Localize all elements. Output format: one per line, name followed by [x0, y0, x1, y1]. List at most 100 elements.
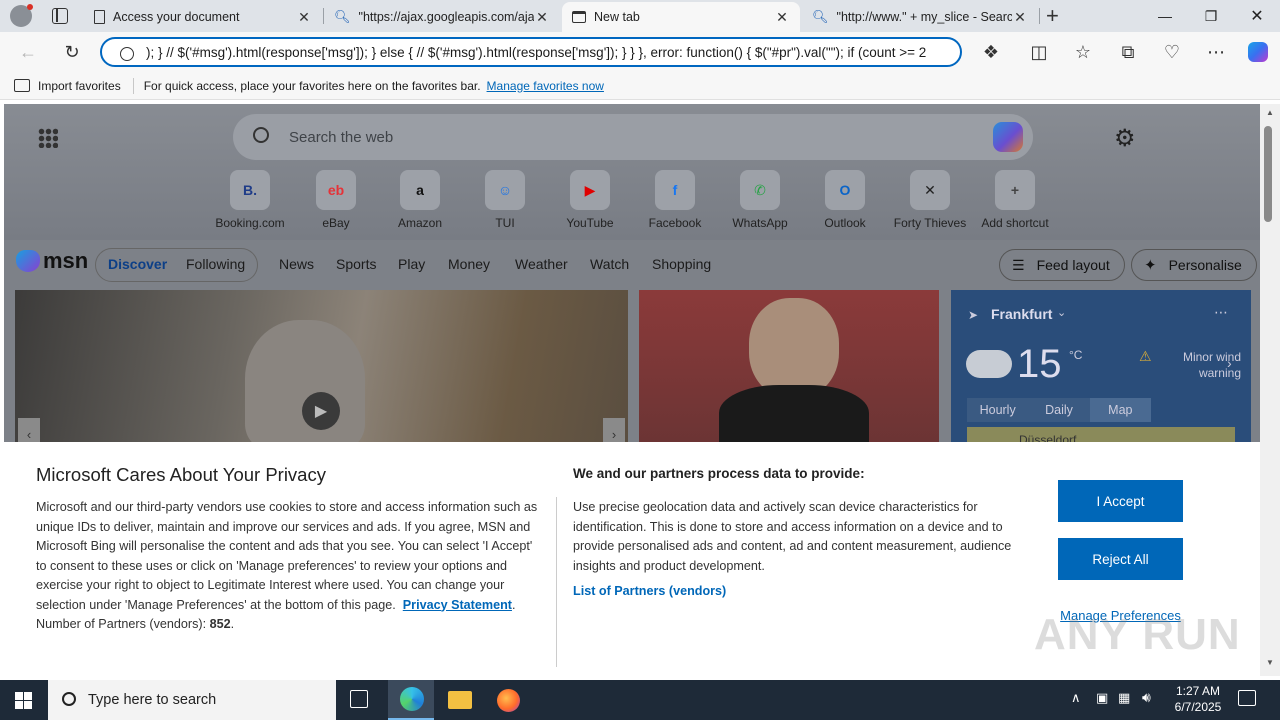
shortcut-tile[interactable]: eb eBay — [293, 170, 379, 230]
personalise-icon: ✦ — [1144, 257, 1157, 274]
nav-weather[interactable]: Weather — [515, 256, 568, 272]
robot-image — [245, 320, 365, 450]
edge-taskbar-icon[interactable] — [388, 680, 434, 720]
new-tab-button[interactable]: + — [1046, 3, 1059, 29]
file-explorer-icon[interactable] — [448, 691, 472, 709]
shortcut-tile[interactable]: O Outlook — [802, 170, 888, 230]
weather-tab-daily[interactable]: Daily — [1028, 398, 1089, 422]
more-menu-icon[interactable]: ⋯ — [1200, 36, 1232, 68]
scroll-down-icon[interactable]: ▼ — [1266, 658, 1274, 667]
settings-gear-icon[interactable]: ⚙ — [1114, 124, 1136, 153]
network-icon[interactable]: ▣ — [1096, 690, 1108, 706]
web-search-box[interactable]: Search the web — [233, 114, 1033, 160]
search-icon: 🔍︎ — [812, 9, 829, 24]
feed-layout-button[interactable]: ☰ Feed layout — [999, 249, 1125, 281]
taskbar-search[interactable]: Type here to search — [48, 680, 336, 720]
news-card-video[interactable]: ▶ ‹ › — [15, 290, 628, 450]
privacy-statement-link[interactable]: Privacy Statement — [403, 598, 512, 612]
discover-tab[interactable]: Discover — [108, 256, 167, 272]
manage-favorites-link[interactable]: Manage favorites now — [487, 79, 604, 93]
close-icon[interactable]: ✕ — [296, 9, 312, 26]
profile-avatar[interactable] — [10, 4, 33, 27]
following-tab[interactable]: Following — [186, 256, 245, 272]
tab-3[interactable]: 🔍︎ "http://www." + my_slice - Searc ✕ — [802, 2, 1038, 32]
restore-button[interactable]: ❐ — [1188, 0, 1234, 32]
notifications-icon[interactable] — [1238, 690, 1256, 706]
nav-sports[interactable]: Sports — [336, 256, 376, 272]
personalise-label: Personalise — [1168, 257, 1242, 273]
weather-card[interactable]: ➤ Frankfurt ⌄ ⋯ 15 °C ⚠ Minor wind warni… — [951, 290, 1251, 450]
tab-2[interactable]: New tab ✕ — [562, 2, 800, 32]
newtab-icon — [572, 11, 586, 23]
scroll-up-icon[interactable]: ▲ — [1266, 108, 1274, 117]
close-icon[interactable]: ✕ — [1012, 9, 1028, 26]
nav-shopping[interactable]: Shopping — [652, 256, 711, 272]
more-options-icon[interactable]: ⋯ — [1214, 304, 1228, 321]
shortcut-tile[interactable]: ✕ Forty Thieves — [887, 170, 973, 230]
partners-purpose-body: Use precise geolocation data and activel… — [573, 498, 1039, 602]
weather-tab-map[interactable]: Map — [1089, 398, 1151, 422]
split-screen-icon[interactable]: ◫ — [1023, 36, 1055, 68]
collections-icon[interactable]: ⧉ — [1112, 36, 1144, 68]
copilot-icon[interactable] — [1242, 36, 1274, 68]
minimize-button[interactable]: ― — [1142, 0, 1188, 32]
shortcut-tile[interactable]: B. Booking.com — [207, 170, 293, 230]
news-card-photo[interactable] — [639, 290, 939, 450]
taskbar-search-placeholder: Type here to search — [88, 692, 217, 708]
copilot-icon[interactable] — [993, 122, 1023, 152]
search-icon: 🔍︎ — [334, 9, 351, 24]
clock[interactable]: 1:27 AM 6/7/2025 — [1168, 683, 1228, 715]
nav-watch[interactable]: Watch — [590, 256, 629, 272]
scroll-thumb[interactable] — [1264, 126, 1272, 222]
shortcut-label: eBay — [322, 216, 350, 230]
clock-time: 1:27 AM — [1175, 684, 1221, 698]
shortcut-label: Booking.com — [215, 216, 285, 230]
shortcut-tile[interactable]: ✆ WhatsApp — [717, 170, 803, 230]
weather-city[interactable]: Frankfurt — [991, 306, 1052, 322]
nav-play[interactable]: Play — [398, 256, 425, 272]
wifi-icon[interactable]: ▦ — [1118, 690, 1130, 706]
shortcut-tile[interactable]: ▶ YouTube — [547, 170, 633, 230]
tab-0[interactable]: Access your document ✕ — [84, 2, 322, 32]
tab-actions-icon[interactable] — [52, 8, 68, 24]
shortcut-label: Amazon — [397, 216, 443, 230]
shortcut-tile[interactable]: ☺ TUI — [462, 170, 548, 230]
shortcut-tile[interactable]: + Add shortcut — [972, 170, 1058, 230]
task-view-icon[interactable] — [350, 690, 368, 708]
shortcut-tile[interactable]: a Amazon — [377, 170, 463, 230]
close-window-button[interactable]: ✕ — [1234, 0, 1280, 32]
weather-unit: °C — [1069, 348, 1083, 362]
close-icon[interactable]: ✕ — [774, 9, 790, 26]
import-favorites-button[interactable]: Import favorites — [38, 79, 121, 93]
shortcut-icon: + — [995, 170, 1035, 210]
volume-icon[interactable]: 🔊︎ — [1142, 689, 1151, 706]
address-bar[interactable]: ); } // $('#msg').html(response['msg']);… — [100, 37, 962, 67]
weather-tab-hourly[interactable]: Hourly — [967, 398, 1028, 422]
nav-news[interactable]: News — [279, 256, 314, 272]
partners-count: 852 — [209, 617, 231, 631]
apps-launcher-icon[interactable] — [38, 128, 58, 148]
favorites-star-icon[interactable]: ☆ — [1067, 36, 1099, 68]
personalise-button[interactable]: ✦ Personalise — [1131, 249, 1257, 281]
shortcut-icon: ▶ — [570, 170, 610, 210]
back-icon[interactable]: ← — [12, 36, 44, 68]
tab-1[interactable]: 🔍︎ "https://ajax.googleapis.com/aja ✕ — [324, 2, 560, 32]
windows-start-icon[interactable] — [15, 692, 32, 709]
show-hidden-icons[interactable]: ∧ — [1071, 690, 1081, 706]
accept-button[interactable]: I Accept — [1058, 480, 1183, 522]
browser-essentials-icon[interactable]: ♡ — [1156, 36, 1188, 68]
play-button-icon[interactable]: ▶ — [302, 392, 340, 430]
page-scrollbar[interactable]: ▲ ▼ — [1260, 104, 1280, 676]
refresh-icon[interactable]: ↻ — [56, 36, 88, 68]
firefox-icon[interactable] — [497, 689, 520, 712]
shortcut-tile[interactable]: f Facebook — [632, 170, 718, 230]
partners-list-link[interactable]: List of Partners (vendors) — [573, 584, 726, 598]
reject-all-button[interactable]: Reject All — [1058, 538, 1183, 580]
close-icon[interactable]: ✕ — [534, 9, 550, 26]
msn-logo[interactable]: msn — [16, 248, 88, 274]
tab-title: New tab — [594, 10, 640, 24]
extensions-icon[interactable]: ❖ — [975, 36, 1007, 68]
chevron-right-icon[interactable]: › — [1227, 355, 1232, 371]
shortcut-label: Add shortcut — [981, 216, 1049, 230]
nav-money[interactable]: Money — [448, 256, 490, 272]
